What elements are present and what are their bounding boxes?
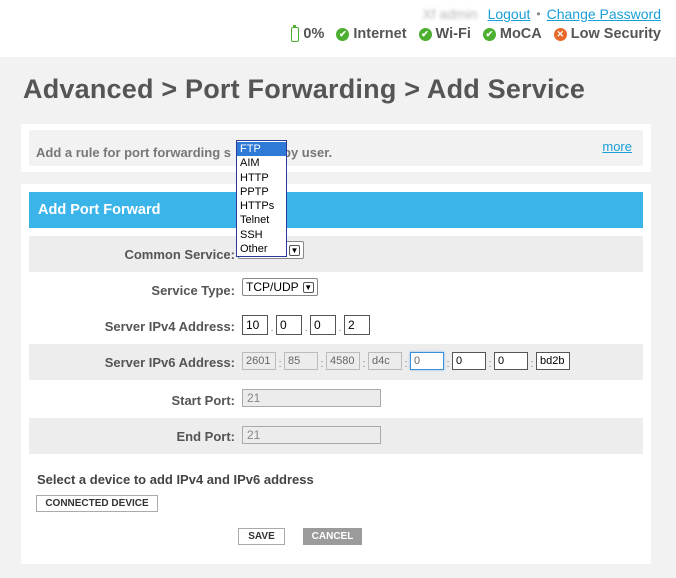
change-password-link[interactable]: Change Password bbox=[547, 6, 661, 22]
ipv4-separator: . bbox=[270, 322, 274, 334]
ipv6-group-4 bbox=[368, 352, 402, 370]
option-aim[interactable]: AIM bbox=[237, 156, 286, 170]
description-text-end: by user. bbox=[283, 145, 333, 160]
ipv6-separator: : bbox=[320, 358, 324, 370]
link-separator: • bbox=[536, 7, 541, 21]
check-icon: ✔ bbox=[336, 27, 350, 41]
ipv6-row: Server IPv6 Address: : : : : : : : bbox=[29, 344, 643, 380]
option-ssh[interactable]: SSH bbox=[237, 228, 286, 242]
battery-icon bbox=[291, 24, 300, 42]
ipv6-separator: : bbox=[530, 358, 534, 370]
moca-label: MoCA bbox=[499, 26, 542, 42]
top-bar: Xf admin Logout • Change Password 0% ✔ I… bbox=[0, 0, 676, 57]
battery-status: 0% bbox=[291, 24, 325, 42]
ipv6-separator: : bbox=[362, 358, 366, 370]
logout-link[interactable]: Logout bbox=[488, 6, 531, 22]
ipv6-group-6[interactable] bbox=[452, 352, 486, 370]
description-box: Add a rule for port forwarding s by user.… bbox=[21, 124, 651, 172]
battery-label: 0% bbox=[303, 26, 325, 42]
chevron-down-icon: ▼ bbox=[289, 244, 300, 256]
more-link[interactable]: more bbox=[602, 139, 632, 154]
wifi-label: Wi-Fi bbox=[435, 26, 471, 42]
option-ftp[interactable]: FTP bbox=[237, 142, 286, 157]
moca-status[interactable]: ✔ MoCA bbox=[482, 26, 542, 42]
panel-title: Add Port Forward bbox=[29, 192, 643, 228]
common-service-label: Common Service: bbox=[124, 247, 235, 262]
ipv4-row: Server IPv4 Address: . . . bbox=[29, 308, 643, 344]
service-type-label: Service Type: bbox=[151, 283, 235, 298]
internet-label: Internet bbox=[353, 26, 407, 42]
service-type-select[interactable]: TCP/UDP ▼ bbox=[242, 278, 318, 296]
ipv6-separator: : bbox=[404, 358, 408, 370]
ipv4-label: Server IPv4 Address: bbox=[104, 319, 235, 334]
check-icon: ✔ bbox=[418, 27, 432, 41]
ipv6-group-8[interactable] bbox=[536, 352, 570, 370]
cancel-button[interactable]: CANCEL bbox=[303, 528, 362, 545]
option-other[interactable]: Other bbox=[237, 242, 286, 256]
warning-x-icon: ✕ bbox=[553, 27, 567, 41]
ipv4-octet-2[interactable] bbox=[276, 315, 302, 335]
ipv6-separator: : bbox=[446, 358, 450, 370]
chevron-down-icon: ▼ bbox=[302, 281, 314, 293]
ipv4-octet-1[interactable] bbox=[242, 315, 268, 335]
username: Xf admin bbox=[422, 6, 478, 22]
common-service-row: Common Service: ▼ bbox=[29, 236, 643, 272]
connected-device-button[interactable]: CONNECTED DEVICE bbox=[36, 495, 158, 512]
page-title: Advanced > Port Forwarding > Add Service bbox=[23, 74, 586, 104]
end-port-label: End Port: bbox=[176, 429, 236, 444]
ipv6-group-7[interactable] bbox=[494, 352, 528, 370]
ipv6-group-3 bbox=[326, 352, 360, 370]
end-port-row: End Port: bbox=[29, 418, 643, 454]
common-service-dropdown-list[interactable]: FTP AIM HTTP PPTP HTTPs Telnet SSH Other bbox=[236, 140, 287, 257]
select-device-note: Select a device to add IPv4 and IPv6 add… bbox=[37, 472, 314, 487]
add-port-forward-panel: Add Port Forward Common Service: ▼ Servi… bbox=[21, 184, 651, 564]
user-links: Xf admin Logout • Change Password bbox=[422, 6, 661, 22]
security-status[interactable]: ✕ Low Security bbox=[553, 26, 661, 42]
ipv6-label: Server IPv6 Address: bbox=[104, 355, 235, 370]
option-https[interactable]: HTTPs bbox=[237, 199, 286, 213]
wifi-status[interactable]: ✔ Wi-Fi bbox=[418, 26, 471, 42]
end-port-input bbox=[242, 426, 381, 444]
service-type-value: TCP/UDP bbox=[246, 280, 299, 294]
option-telnet[interactable]: Telnet bbox=[237, 213, 286, 227]
option-pptp[interactable]: PPTP bbox=[237, 185, 286, 199]
ipv6-group-1 bbox=[242, 352, 276, 370]
ipv4-octet-4[interactable] bbox=[344, 315, 370, 335]
ipv4-separator: . bbox=[304, 322, 308, 334]
description-inner: Add a rule for port forwarding s by user.… bbox=[29, 130, 643, 166]
ipv6-separator: : bbox=[488, 358, 492, 370]
save-button[interactable]: SAVE bbox=[238, 528, 285, 545]
option-http[interactable]: HTTP bbox=[237, 171, 286, 185]
status-bar: 0% ✔ Internet ✔ Wi-Fi ✔ MoCA ✕ Low Secur… bbox=[291, 24, 661, 42]
description-text: Add a rule for port forwarding s by user. bbox=[36, 145, 332, 160]
check-icon: ✔ bbox=[482, 27, 496, 41]
internet-status[interactable]: ✔ Internet bbox=[336, 26, 407, 42]
ipv6-group-5[interactable] bbox=[410, 352, 444, 370]
start-port-label: Start Port: bbox=[171, 393, 235, 408]
ipv4-separator: . bbox=[338, 322, 342, 334]
ipv6-separator: : bbox=[278, 358, 282, 370]
start-port-row: Start Port: bbox=[29, 382, 643, 418]
service-type-row: Service Type: TCP/UDP ▼ bbox=[29, 272, 643, 308]
ipv4-octet-3[interactable] bbox=[310, 315, 336, 335]
start-port-input bbox=[242, 389, 381, 407]
security-label: Low Security bbox=[570, 26, 661, 42]
description-text-start: Add a rule for port forwarding s bbox=[36, 145, 232, 160]
ipv6-group-2 bbox=[284, 352, 318, 370]
